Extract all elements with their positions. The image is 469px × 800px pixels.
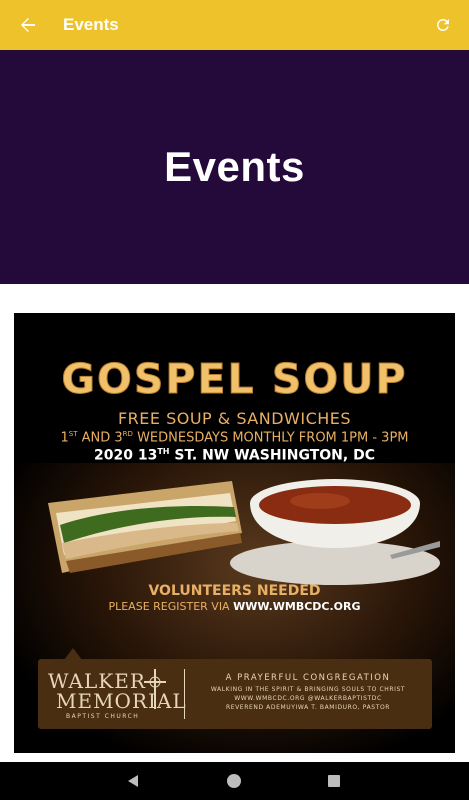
sandwich-illustration <box>48 481 242 573</box>
flyer-subtitle: FREE SOUP & SANDWICHES <box>117 409 352 428</box>
flyer-address: 2020 13TH ST. NW WASHINGTON, DC <box>94 447 375 464</box>
church-tagline: A PRAYERFUL CONGREGATION <box>225 673 391 683</box>
register-line: PLEASE REGISTER VIA WWW.WMBCDC.ORG <box>108 600 361 613</box>
event-flyer-image[interactable]: GOSPEL SOUP FREE SOUP & SANDWICHES 1ST A… <box>14 313 455 753</box>
church-info: A PRAYERFUL CONGREGATION WALKING IN THE … <box>190 673 426 711</box>
volunteers-needed: VOLUNTEERS NEEDED <box>148 583 321 599</box>
banner-divider <box>184 669 185 719</box>
cross-icon <box>144 669 166 709</box>
church-pastor: REVEREND ADEMUYIWA T. BAMIDURO, PASTOR <box>225 704 391 711</box>
flyer-title: GOSPEL SOUP <box>61 355 408 404</box>
refresh-icon[interactable] <box>431 13 455 37</box>
church-logo: WALKER MEMORIAL BAPTIST CHURCH <box>48 669 187 720</box>
flyer-schedule: 1ST AND 3RD WEDNESDAYS MONTHLY FROM 1PM … <box>60 430 409 446</box>
soup-bowl-illustration <box>230 479 440 585</box>
toolbar-title: Events <box>63 15 119 34</box>
church-banner: WALKER MEMORIAL BAPTIST CHURCH A PRAYERF… <box>38 659 432 729</box>
app-toolbar: Events <box>0 0 469 50</box>
nav-back-icon[interactable] <box>125 773 141 789</box>
arrow-left-icon[interactable] <box>16 13 40 37</box>
hero-title: Events <box>164 143 305 190</box>
events-hero-banner: Events <box>0 50 469 284</box>
church-mission: WALKING IN THE SPIRIT & BRINGING SOULS T… <box>210 686 406 693</box>
nav-recents-icon[interactable] <box>328 775 340 787</box>
system-navigation-bar <box>0 762 469 800</box>
church-contact: WWW.WMBCDC.ORG @WALKERBAPTISTDC <box>234 695 382 702</box>
nav-home-icon[interactable] <box>227 774 241 788</box>
